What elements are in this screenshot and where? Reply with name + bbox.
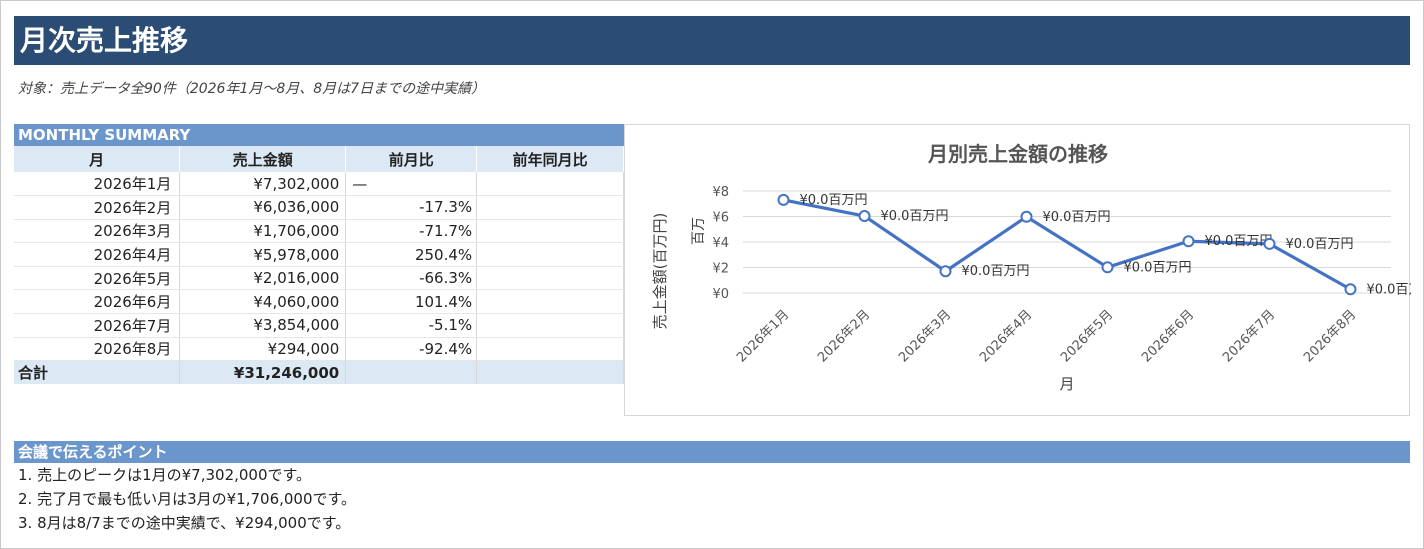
row-month-cell[interactable]: 2026年7月	[14, 313, 181, 338]
data-point	[1263, 237, 1276, 250]
header-yoy[interactable]: 前年同月比	[476, 146, 624, 172]
data-point	[858, 210, 871, 223]
row-yoy-cell[interactable]	[476, 337, 624, 362]
row-sales-cell[interactable]: ¥3,854,000	[179, 313, 347, 338]
y-tick-label: ¥2	[712, 262, 729, 277]
row-mom-cell[interactable]: -66.3%	[345, 266, 478, 291]
x-tick-label: 2026年1月	[734, 307, 792, 365]
data-point	[939, 265, 952, 278]
row-yoy-cell[interactable]	[476, 219, 624, 244]
points-section-label: 会議で伝えるポイント	[14, 441, 1410, 463]
meeting-points: 会議で伝えるポイント 1. 売上のピークは1月の¥7,302,000です。 2.…	[14, 441, 1410, 535]
x-axis-label: 月	[1059, 375, 1074, 393]
row-yoy-cell[interactable]	[476, 172, 624, 197]
x-tick-label: 2026年4月	[977, 307, 1035, 365]
table-row: 2026年3月 ¥1,706,000 -71.7%	[14, 219, 624, 244]
total-mom-cell[interactable]	[345, 360, 478, 385]
data-point	[1344, 283, 1357, 296]
row-month-cell[interactable]: 2026年3月	[14, 219, 181, 244]
x-tick-label: 2026年7月	[1220, 307, 1278, 365]
row-month-cell[interactable]: 2026年1月	[14, 172, 181, 197]
row-sales-cell[interactable]: ¥4,060,000	[179, 289, 347, 315]
data-point	[1101, 261, 1114, 274]
summary-table: 月 売上金額 前月比 前年同月比 2026年1月 ¥7,302,000—2026年…	[14, 146, 624, 385]
summary-section-label: MONTHLY SUMMARY	[14, 124, 624, 146]
table-row: 2026年5月 ¥2,016,000 -66.3%	[14, 266, 624, 291]
table-row: 2026年1月 ¥7,302,000—	[14, 172, 624, 197]
data-label: ¥0.0百万円	[1124, 260, 1192, 275]
y-unit-label: 百万	[691, 217, 707, 245]
chart-svg: 月別売上金額の推移 ¥0 ¥2 ¥4 ¥6 ¥8 百万 売上金額(百万円) ¥0.0百万円 202…	[651, 142, 1424, 393]
row-month-cell[interactable]: 2026年4月	[14, 242, 181, 267]
header-mom[interactable]: 前月比	[345, 146, 478, 172]
table-row: 2026年7月 ¥3,854,000 -5.1%	[14, 313, 624, 338]
row-month-cell[interactable]: 2026年2月	[14, 195, 181, 220]
data-point	[1182, 235, 1195, 248]
row-sales-cell[interactable]: ¥5,978,000	[179, 242, 347, 267]
data-label: ¥0.0百万円	[1205, 234, 1273, 249]
x-tick-label: 2026年2月	[815, 307, 873, 365]
point-item[interactable]: 3. 8月は8/7までの途中実績で、¥294,000です。	[14, 511, 1410, 535]
row-yoy-cell[interactable]	[476, 313, 624, 338]
data-label: ¥0.0百万円	[881, 209, 949, 224]
data-label: ¥0.0百万円	[1286, 237, 1354, 252]
data-label: ¥0.0百万円	[800, 193, 868, 208]
row-yoy-cell[interactable]	[476, 289, 624, 315]
total-label[interactable]: 合計	[14, 360, 181, 385]
point-item[interactable]: 2. 完了月で最も低い月は3月の¥1,706,000です。	[14, 487, 1410, 511]
data-point	[1020, 210, 1033, 223]
table-row: 2026年2月 ¥6,036,000 -17.3%	[14, 195, 624, 220]
table-row: 2026年8月 ¥294,000 -92.4%	[14, 337, 624, 362]
point-item[interactable]: 1. 売上のピークは1月の¥7,302,000です。	[14, 463, 1410, 487]
row-mom-cell[interactable]: 101.4%	[345, 289, 478, 315]
page-subtitle: 対象：売上データ全90件（2026年1月～8月、8月は7日までの途中実績）	[18, 81, 486, 97]
row-mom-cell[interactable]: -5.1%	[345, 313, 478, 338]
header-sales[interactable]: 売上金額	[179, 146, 347, 172]
summary-body: 2026年1月 ¥7,302,000—2026年2月 ¥6,036,000 -17.3…	[14, 172, 624, 385]
data-label: ¥0.0百万円	[962, 264, 1030, 279]
y-tick-label: ¥8	[712, 185, 729, 200]
row-month-cell[interactable]: 2026年6月	[14, 289, 181, 315]
row-yoy-cell[interactable]	[476, 266, 624, 291]
x-tick-label: 2026年5月	[1058, 307, 1116, 365]
summary-header-row: 月 売上金額 前月比 前年同月比	[14, 146, 624, 172]
page-title: 月次売上推移	[14, 16, 1410, 65]
row-mom-cell[interactable]: -17.3%	[345, 195, 478, 220]
table-row: 2026年6月 ¥4,060,000 101.4%	[14, 289, 624, 315]
row-month-cell[interactable]: 2026年8月	[14, 337, 181, 362]
row-mom-cell[interactable]: 250.4%	[345, 242, 478, 267]
x-tick-label: 2026年8月	[1301, 307, 1359, 365]
row-sales-cell[interactable]: ¥2,016,000	[179, 266, 347, 291]
total-yoy-cell[interactable]	[476, 360, 624, 385]
x-tick-label: 2026年3月	[896, 307, 954, 365]
row-yoy-cell[interactable]	[476, 242, 624, 267]
header-month[interactable]: 月	[14, 146, 181, 172]
total-value[interactable]: ¥31,246,000	[179, 360, 347, 385]
y-tick-label: ¥0	[712, 287, 729, 302]
row-mom-cell[interactable]: -92.4%	[345, 337, 478, 362]
row-yoy-cell[interactable]	[476, 195, 624, 220]
row-mom-cell[interactable]: -71.7%	[345, 219, 478, 244]
monthly-summary: MONTHLY SUMMARY 月 売上金額 前月比 前年同月比 2026年1月…	[14, 124, 624, 385]
data-label: ¥0.0百万円	[1043, 210, 1111, 225]
data-point	[777, 193, 790, 206]
row-mom-cell[interactable]: —	[345, 172, 478, 197]
chart-title: 月別売上金額の推移	[927, 142, 1108, 166]
row-sales-cell[interactable]: ¥7,302,000	[179, 172, 347, 197]
data-label: ¥0.0百万円	[1367, 282, 1412, 297]
table-row: 2026年4月 ¥5,978,000 250.4%	[14, 242, 624, 267]
sales-chart[interactable]: 月別売上金額の推移 ¥0 ¥2 ¥4 ¥6 ¥8 百万 売上金額(百万円) ¥0.0百万円 202…	[624, 124, 1424, 416]
y-axis-label: 売上金額(百万円)	[651, 213, 669, 330]
y-tick-label: ¥4	[712, 236, 729, 251]
total-row: 合計 ¥31,246,000	[14, 360, 624, 385]
row-sales-cell[interactable]: ¥294,000	[179, 337, 347, 362]
x-tick-label: 2026年6月	[1139, 307, 1197, 365]
y-tick-label: ¥6	[712, 211, 729, 226]
row-sales-cell[interactable]: ¥6,036,000	[179, 195, 347, 220]
row-sales-cell[interactable]: ¥1,706,000	[179, 219, 347, 244]
row-month-cell[interactable]: 2026年5月	[14, 266, 181, 291]
